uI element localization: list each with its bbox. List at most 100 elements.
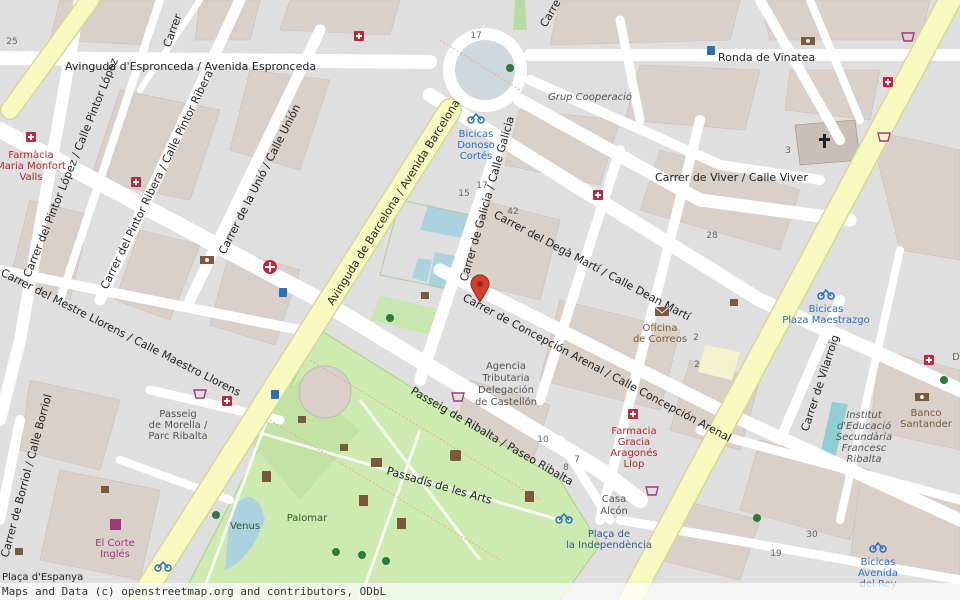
- svg-text:Bicicas: Bicicas: [459, 129, 494, 140]
- svg-text:Gracia: Gracia: [618, 437, 650, 448]
- map-view[interactable]: Avinguda d'Espronceda / Avenida Espronce…: [0, 0, 960, 600]
- pharmacy-icon: [628, 409, 638, 419]
- svg-text:Oficina: Oficina: [643, 323, 678, 334]
- playground-icon: [386, 314, 394, 322]
- svg-text:Donoso: Donoso: [457, 140, 495, 151]
- svg-text:Inglés: Inglés: [100, 548, 130, 560]
- svg-text:Maria Monfort: Maria Monfort: [0, 161, 66, 172]
- svg-text:19: 19: [770, 549, 782, 559]
- svg-text:Cortés: Cortés: [460, 150, 493, 162]
- label-viver: Carrer de Viver / Calle Viver: [655, 171, 808, 184]
- bank-icon: [801, 37, 815, 45]
- cafe-icon: [101, 486, 109, 493]
- svg-text:2: 2: [694, 360, 700, 370]
- svg-text:17: 17: [476, 181, 487, 191]
- svg-text:Farmàcia: Farmàcia: [8, 149, 53, 161]
- poi-bicicas-donoso[interactable]: Bicicas Donoso Cortés: [457, 129, 495, 162]
- pharmacy-icon: [883, 77, 893, 87]
- memorial-icon: [371, 458, 382, 467]
- svg-text:El Corte: El Corte: [95, 538, 135, 549]
- svg-text:42: 42: [507, 207, 518, 217]
- post-office-icon[interactable]: [654, 306, 670, 316]
- label-venus: Venus: [230, 521, 260, 532]
- svg-text:30: 30: [806, 530, 818, 540]
- svg-text:Llop: Llop: [624, 459, 645, 470]
- memorial-icon: [359, 495, 368, 506]
- svg-text:7: 7: [574, 455, 580, 465]
- svg-text:17: 17: [470, 31, 481, 41]
- playground-icon: [753, 514, 761, 522]
- map-canvas[interactable]: Avinguda d'Espronceda / Avenida Espronce…: [0, 0, 960, 600]
- svg-text:de Castellón: de Castellón: [475, 396, 537, 408]
- svg-text:15: 15: [458, 189, 469, 199]
- svg-text:Banco: Banco: [911, 408, 942, 419]
- label-placa-espanya: Plaça d'Espanya: [2, 572, 83, 583]
- svg-text:Passeig: Passeig: [159, 409, 196, 420]
- poi-casa-alcon[interactable]: Casa Alcón: [600, 494, 628, 517]
- playground-icon: [358, 551, 366, 559]
- svg-text:Alcón: Alcón: [600, 505, 628, 517]
- playground-icon: [212, 511, 220, 519]
- bank-icon: [915, 393, 929, 401]
- attribution[interactable]: Maps and Data (c) openstreetmap.org and …: [0, 583, 960, 600]
- label-grup-cooperacio: Grup Cooperació: [548, 91, 632, 103]
- svg-text:Ribalta: Ribalta: [846, 454, 881, 465]
- department-store-icon[interactable]: [110, 519, 121, 530]
- label-palomar: Palomar: [287, 513, 328, 524]
- playground-icon: [332, 548, 340, 556]
- svg-text:Agencia: Agencia: [486, 361, 526, 372]
- svg-text:3: 3: [785, 146, 791, 156]
- cafe-icon: [298, 416, 306, 423]
- svg-text:Bicicas: Bicicas: [861, 557, 896, 568]
- park-circle-building: [298, 365, 352, 419]
- bank-icon: [200, 256, 214, 264]
- median-green: [513, 0, 527, 30]
- svg-text:Avenida: Avenida: [858, 568, 898, 579]
- svg-text:de Correos: de Correos: [633, 334, 687, 345]
- svg-text:Casa: Casa: [602, 494, 626, 505]
- label-d-cut: D: [952, 352, 960, 363]
- svg-text:la Independència: la Independència: [566, 539, 652, 551]
- pharmacy-icon: [222, 396, 232, 406]
- svg-text:8: 8: [563, 463, 569, 473]
- hospital-icon[interactable]: [263, 260, 277, 274]
- roundabout-center: [455, 40, 515, 100]
- cafe-icon: [730, 299, 738, 306]
- svg-text:Farmacia: Farmacia: [611, 426, 656, 437]
- cafe-icon: [340, 444, 348, 451]
- memorial-icon: [397, 518, 406, 529]
- pharmacy-icon: [354, 31, 364, 41]
- svg-text:Francesc: Francesc: [842, 443, 887, 454]
- svg-text:2: 2: [693, 333, 699, 343]
- svg-text:Santander: Santander: [900, 419, 953, 430]
- svg-text:Plaza Maestrazgo: Plaza Maestrazgo: [782, 315, 870, 326]
- playground-icon: [382, 557, 390, 565]
- cafe-icon: [421, 292, 429, 299]
- poi-corte-ingles[interactable]: El Corte Inglés: [95, 538, 135, 560]
- pharmacy-icon: [26, 132, 36, 142]
- svg-text:28: 28: [706, 231, 718, 241]
- svg-text:Tributaria: Tributaria: [481, 373, 529, 384]
- bus-stop-icon: [271, 390, 279, 399]
- svg-text:Parc Ribalta: Parc Ribalta: [148, 431, 207, 442]
- cafe-icon: [15, 548, 23, 555]
- bus-stop-icon: [707, 46, 715, 55]
- svg-text:Bicicas: Bicicas: [809, 304, 844, 315]
- playground-icon: [940, 376, 948, 384]
- svg-text:Delegación: Delegación: [478, 384, 534, 396]
- memorial-icon: [525, 491, 534, 502]
- svg-text:de Morella /: de Morella /: [149, 420, 208, 431]
- memorial-icon: [262, 471, 271, 482]
- pharmacy-icon: [924, 355, 934, 365]
- pharmacy-icon: [593, 190, 603, 200]
- svg-text:Aragonés: Aragonés: [610, 447, 657, 459]
- label-vinatea: Ronda de Vinatea: [718, 51, 815, 64]
- svg-text:Secundària: Secundària: [836, 431, 892, 443]
- pharmacy-icon: [131, 177, 141, 187]
- memorial-icon: [450, 450, 461, 461]
- svg-text:10: 10: [537, 435, 549, 445]
- svg-text:Institut: Institut: [846, 410, 882, 421]
- svg-text:d'Educació: d'Educació: [837, 420, 891, 432]
- playground-icon: [506, 64, 514, 72]
- bus-stop-icon: [279, 288, 287, 297]
